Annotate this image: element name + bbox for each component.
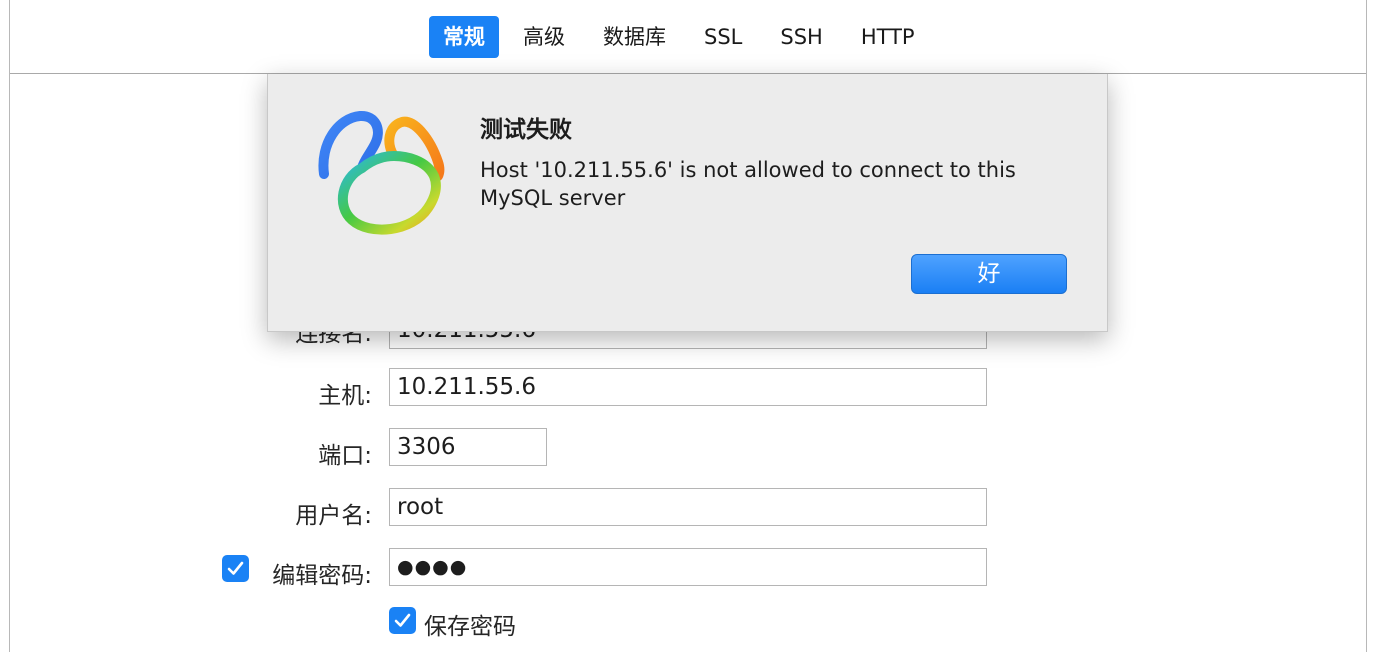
username-field[interactable]: root	[389, 488, 987, 526]
alert-title: 测试失败	[480, 117, 572, 143]
connection-settings-window: 常规 高级 数据库 SSL SSH HTTP 连接名: 10.211.55.6 …	[0, 0, 1374, 652]
alert-message: Host '10.211.55.6' is not allowed to con…	[480, 158, 1016, 210]
tab-ssh[interactable]: SSH	[766, 16, 836, 58]
tab-database[interactable]: 数据库	[589, 16, 680, 58]
host-field[interactable]: 10.211.55.6	[389, 368, 987, 406]
username-label: 用户名:	[295, 503, 372, 529]
window-left-edge	[9, 0, 10, 652]
save-password-checkbox[interactable]	[389, 607, 416, 634]
window-right-edge	[1366, 0, 1367, 652]
edit-password-checkbox[interactable]	[222, 555, 249, 582]
tab-ssl[interactable]: SSL	[690, 16, 756, 58]
navicat-logo-icon	[318, 111, 445, 235]
password-field[interactable]: ●●●●	[389, 548, 987, 586]
tab-advanced[interactable]: 高级	[509, 16, 579, 58]
tab-http[interactable]: HTTP	[847, 16, 929, 58]
test-failed-alert: 测试失败 Host '10.211.55.6' is not allowed t…	[267, 74, 1108, 332]
save-password-label: 保存密码	[424, 614, 516, 640]
tabs: 常规 高级 数据库 SSL SSH HTTP	[429, 16, 939, 58]
tab-general[interactable]: 常规	[429, 16, 499, 58]
ok-button[interactable]: 好	[911, 254, 1067, 294]
port-field[interactable]: 3306	[389, 428, 547, 466]
host-label: 主机:	[318, 383, 372, 409]
edit-password-label: 编辑密码:	[272, 563, 372, 589]
port-label: 端口:	[318, 443, 372, 469]
checkmark-icon	[227, 561, 244, 575]
checkmark-icon	[394, 613, 411, 627]
